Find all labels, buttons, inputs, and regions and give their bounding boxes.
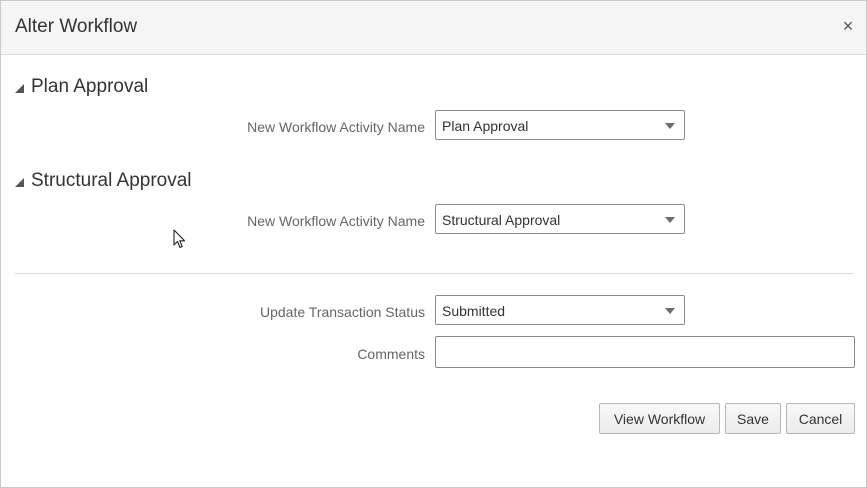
select-value: Submitted	[442, 303, 506, 319]
mouse-pointer-icon	[173, 229, 186, 249]
view-workflow-button[interactable]: View Workflow	[599, 403, 720, 434]
cancel-button[interactable]: Cancel	[786, 403, 855, 434]
section-divider	[15, 273, 854, 274]
alter-workflow-dialog: Alter Workflow × Plan Approval New Workf…	[0, 0, 867, 488]
transaction-status-label: Update Transaction Status	[260, 304, 425, 320]
activity-name-label: New Workflow Activity Name	[247, 213, 425, 229]
structural-approval-activity-select[interactable]: Structural Approval	[435, 204, 685, 234]
select-value: Plan Approval	[442, 118, 529, 134]
chevron-down-icon[interactable]	[665, 217, 675, 223]
select-value: Structural Approval	[442, 212, 561, 228]
chevron-down-icon[interactable]	[665, 308, 675, 314]
activity-name-label: New Workflow Activity Name	[247, 119, 425, 135]
transaction-status-select[interactable]: Submitted	[435, 295, 685, 325]
chevron-down-icon[interactable]	[665, 123, 675, 129]
section-title: Structural Approval	[31, 170, 192, 191]
section-title: Plan Approval	[31, 76, 149, 97]
comments-input[interactable]	[435, 336, 855, 368]
triangle-expanded-icon[interactable]	[15, 84, 24, 93]
dialog-header: Alter Workflow ×	[1, 1, 866, 55]
comments-label: Comments	[357, 346, 425, 362]
section-header-plan-approval[interactable]: Plan Approval	[15, 75, 148, 99]
close-icon[interactable]: ×	[840, 17, 856, 35]
save-button[interactable]: Save	[725, 403, 781, 434]
dialog-title: Alter Workflow	[15, 16, 138, 37]
triangle-expanded-icon[interactable]	[15, 178, 24, 187]
plan-approval-activity-select[interactable]: Plan Approval	[435, 110, 685, 140]
section-header-structural-approval[interactable]: Structural Approval	[15, 169, 192, 193]
